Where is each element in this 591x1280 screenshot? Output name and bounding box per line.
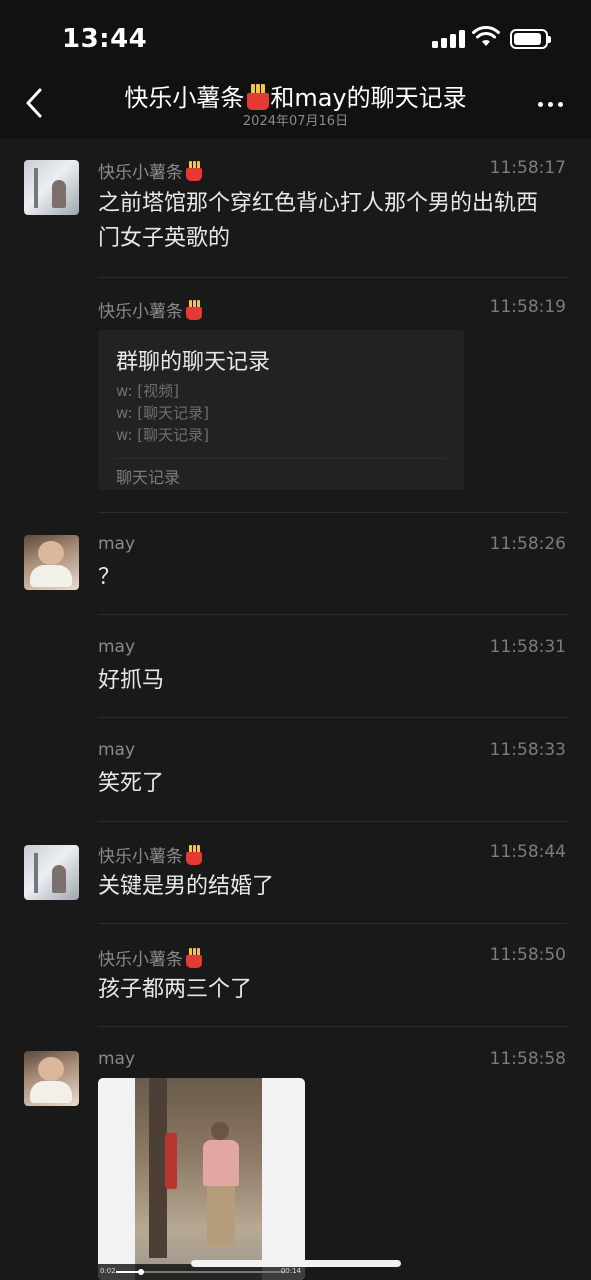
message-time: 11:58:19	[489, 297, 566, 317]
video-elapsed: 0:02	[100, 1267, 116, 1275]
avatar[interactable]	[24, 535, 79, 590]
french-fries-icon	[185, 300, 203, 320]
chat-date: 2024年07月16日	[242, 114, 349, 129]
avatar[interactable]	[24, 845, 79, 900]
message-time: 11:58:50	[489, 945, 566, 965]
message-time: 11:58:44	[489, 842, 566, 862]
sender-name: may	[98, 637, 136, 657]
video-scrubber[interactable]	[138, 1269, 145, 1275]
message-text[interactable]: 孩子都两三个了	[98, 972, 551, 1007]
avatar[interactable]	[24, 1051, 79, 1106]
sender-name: 快乐小薯条	[98, 158, 203, 183]
message-time: 11:58:33	[489, 740, 566, 760]
message-text[interactable]: ？	[98, 560, 551, 595]
sender-name: may	[98, 1049, 136, 1069]
french-fries-icon	[185, 948, 203, 968]
chat-record-line: w: [视频]	[116, 382, 179, 400]
signal-icon	[432, 30, 465, 48]
chevron-left-icon[interactable]	[16, 80, 52, 126]
french-fries-icon	[185, 161, 203, 181]
card-divider	[116, 458, 446, 459]
battery-level	[514, 33, 541, 45]
divider	[98, 717, 567, 718]
message-time: 11:58:31	[489, 637, 566, 657]
message-time: 11:58:26	[489, 534, 566, 554]
battery-icon	[510, 29, 551, 49]
page-title: 快乐小薯条 和may的聊天记录	[60, 78, 531, 113]
video-message[interactable]: 0:02 00:14	[98, 1078, 305, 1280]
video-duration: 00:14	[280, 1267, 301, 1275]
chat-record-title: 群聊的聊天记录	[116, 350, 271, 375]
french-fries-icon	[185, 845, 203, 865]
sender-name: 快乐小薯条	[98, 842, 203, 867]
divider	[98, 614, 567, 615]
video-thumbnail	[135, 1078, 262, 1280]
chat-record-line: w: [聊天记录]	[116, 404, 209, 422]
chat-record-line: w: [聊天记录]	[116, 426, 209, 444]
nav-bar: 快乐小薯条 和may的聊天记录 2024年07月16日	[0, 72, 591, 138]
divider	[98, 277, 567, 278]
sender-name: may	[98, 534, 136, 554]
title-suffix: 和may的聊天记录	[270, 84, 467, 112]
title-prefix: 快乐小薯条	[124, 84, 245, 112]
message-time: 11:58:58	[489, 1049, 566, 1069]
avatar[interactable]	[24, 160, 79, 215]
more-dots-icon[interactable]	[530, 92, 570, 116]
status-time: 13:44	[62, 24, 148, 54]
home-indicator[interactable]	[191, 1260, 401, 1267]
chat-record-card[interactable]: 群聊的聊天记录 w: [视频] w: [聊天记录] w: [聊天记录] 聊天记录	[98, 330, 464, 490]
divider	[98, 821, 567, 822]
sender-name: may	[98, 740, 136, 760]
message-text[interactable]: 好抓马	[98, 663, 551, 698]
french-fries-icon	[246, 84, 270, 110]
sender-name: 快乐小薯条	[98, 297, 203, 322]
message-time: 11:58:17	[489, 158, 566, 178]
chat-record-footer: 聊天记录	[116, 468, 181, 487]
message-text[interactable]: 关键是男的结婚了	[98, 869, 551, 904]
message-text[interactable]: 笑死了	[98, 766, 551, 801]
wifi-icon	[472, 26, 500, 46]
divider	[98, 923, 567, 924]
message-text[interactable]: 之前塔馆那个穿红色背心打人那个男的出轨西门女子英歌的	[98, 186, 551, 256]
status-bar: 13:44	[0, 0, 591, 72]
divider	[98, 1026, 567, 1027]
divider	[98, 512, 567, 513]
sender-name: 快乐小薯条	[98, 945, 203, 970]
